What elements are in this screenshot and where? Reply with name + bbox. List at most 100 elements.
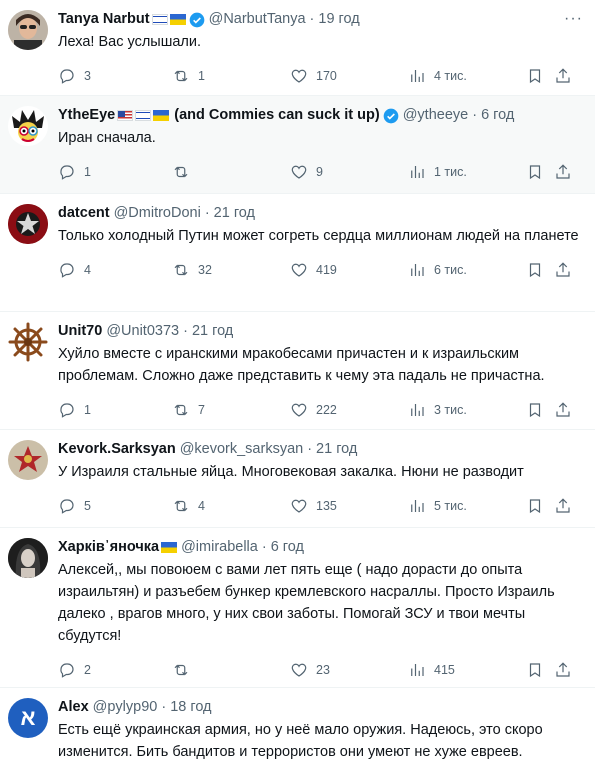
views-icon <box>411 70 424 82</box>
repost-button[interactable]: 1 <box>172 67 205 85</box>
bookmark-button[interactable] <box>526 163 544 181</box>
ukraine-flag-icon <box>161 542 178 553</box>
repost-button[interactable] <box>172 163 198 181</box>
heart-icon <box>291 663 307 677</box>
views-button[interactable]: 4 тис. <box>408 67 467 85</box>
reply-button[interactable]: 5 <box>58 497 91 515</box>
share-button[interactable] <box>554 67 572 85</box>
reply-count: 1 <box>84 165 91 179</box>
separator-dot: · <box>261 539 267 555</box>
reply-button[interactable]: 1 <box>58 163 91 181</box>
avatar[interactable]: א <box>8 698 48 738</box>
more-options-icon[interactable]: ··· <box>564 10 583 28</box>
timestamp[interactable]: 18 год <box>170 698 211 717</box>
timestamp[interactable]: 21 год <box>316 440 357 459</box>
action-bar: 1 9 1 тис. <box>58 155 583 189</box>
flags <box>117 110 170 121</box>
handle[interactable]: @Unit0373 <box>106 322 179 341</box>
reply-button[interactable]: 2 <box>58 661 91 679</box>
bookmark-button[interactable] <box>526 261 544 279</box>
handle[interactable]: @kevork_sarksyan <box>180 440 304 459</box>
repost-icon <box>174 664 188 676</box>
views-button[interactable]: 1 тис. <box>408 163 467 181</box>
avatar[interactable] <box>8 440 48 480</box>
repost-button[interactable]: 32 <box>172 261 212 279</box>
views-button[interactable]: 3 тис. <box>408 401 467 419</box>
woman-sunglasses-avatar-icon <box>8 10 48 50</box>
like-count: 135 <box>316 499 337 513</box>
timestamp[interactable]: 19 год <box>318 10 359 29</box>
action-bar: 1 7 222 3 тис. <box>58 393 583 427</box>
bookmark-button[interactable] <box>526 67 544 85</box>
timestamp[interactable]: 21 год <box>214 204 255 223</box>
handle[interactable]: @DmitroDoni <box>114 204 201 223</box>
heart-icon <box>291 403 307 417</box>
tweet[interactable]: א Alex @pylyp90 · 18 год Есть ещё украин… <box>0 688 595 773</box>
display-name[interactable]: Tanya Narbut <box>58 10 150 29</box>
views-button[interactable]: 415 <box>408 661 455 679</box>
avatar[interactable] <box>8 204 48 244</box>
action-bar: 3 1 170 4 тис. <box>58 59 583 93</box>
woman-portrait-avatar-icon <box>8 538 48 578</box>
like-button[interactable]: 135 <box>290 497 337 515</box>
flags <box>151 14 186 25</box>
share-icon <box>556 402 570 417</box>
tweet-text: У Израиля стальные яйца. Многовековая за… <box>58 464 524 480</box>
display-name[interactable]: Харків᾽яночка <box>58 538 159 557</box>
share-icon <box>556 498 570 513</box>
bookmark-button[interactable] <box>526 661 544 679</box>
bookmark-button[interactable] <box>526 497 544 515</box>
like-button[interactable]: 419 <box>290 261 337 279</box>
display-name[interactable]: Alex <box>58 698 89 717</box>
like-button[interactable]: 222 <box>290 401 337 419</box>
like-button[interactable]: 170 <box>290 67 337 85</box>
display-name[interactable]: Kevork.Sarksyan <box>58 440 176 459</box>
avatar[interactable] <box>8 106 48 146</box>
tweet[interactable]: Харків᾽яночка @imirabella · 6 год Алексе… <box>0 528 595 688</box>
usa-flag-icon <box>117 110 134 121</box>
share-button[interactable] <box>554 401 572 419</box>
tweet[interactable]: Kevork.Sarksyan @kevork_sarksyan · 21 го… <box>0 430 595 528</box>
views-button[interactable]: 6 тис. <box>408 261 467 279</box>
handle[interactable]: @imirabella <box>181 538 258 557</box>
repost-button[interactable]: 4 <box>172 497 205 515</box>
handle[interactable]: @ytheeye <box>403 106 469 125</box>
views-button[interactable]: 5 тис. <box>408 497 467 515</box>
cartoon-eye-avatar-icon <box>12 110 44 142</box>
repost-button[interactable] <box>172 661 198 679</box>
avatar[interactable] <box>8 10 48 50</box>
reply-button[interactable]: 3 <box>58 67 91 85</box>
share-icon <box>556 68 570 83</box>
share-button[interactable] <box>554 497 572 515</box>
handle[interactable]: @pylyp90 <box>93 698 158 717</box>
views-icon <box>411 264 424 276</box>
avatar[interactable] <box>8 322 48 362</box>
repost-button[interactable]: 7 <box>172 401 205 419</box>
repost-icon <box>174 264 188 276</box>
reply-icon <box>60 69 74 84</box>
tweet[interactable]: Unit70 @Unit0373 · 21 год Хуйло вместе с… <box>0 312 595 430</box>
share-button[interactable] <box>554 661 572 679</box>
repost-icon <box>174 166 188 178</box>
reply-button[interactable]: 4 <box>58 261 91 279</box>
like-button[interactable]: 9 <box>290 163 323 181</box>
like-button[interactable]: 23 <box>290 661 330 679</box>
avatar[interactable] <box>8 538 48 578</box>
display-name[interactable]: YtheEye <box>58 106 115 125</box>
display-name-suffix[interactable]: (and Commies can suck it up) <box>174 106 379 125</box>
reply-button[interactable]: 1 <box>58 401 91 419</box>
share-icon <box>556 164 570 179</box>
share-button[interactable] <box>554 163 572 181</box>
bookmark-button[interactable] <box>526 401 544 419</box>
display-name[interactable]: Unit70 <box>58 322 102 341</box>
reply-icon <box>60 499 74 514</box>
handle[interactable]: @NarbutTanya <box>209 10 306 29</box>
timestamp[interactable]: 6 год <box>481 106 514 125</box>
timestamp[interactable]: 6 год <box>271 538 304 557</box>
timestamp[interactable]: 21 год <box>192 322 233 341</box>
tweet[interactable]: datcent @DmitroDoni · 21 год Только холо… <box>0 194 595 312</box>
tweet[interactable]: YtheEye (and Commies can suck it up) @yt… <box>0 96 595 194</box>
share-button[interactable] <box>554 261 572 279</box>
tweet[interactable]: Tanya Narbut @NarbutTanya · 19 год ··· Л… <box>0 0 595 96</box>
display-name[interactable]: datcent <box>58 204 110 223</box>
